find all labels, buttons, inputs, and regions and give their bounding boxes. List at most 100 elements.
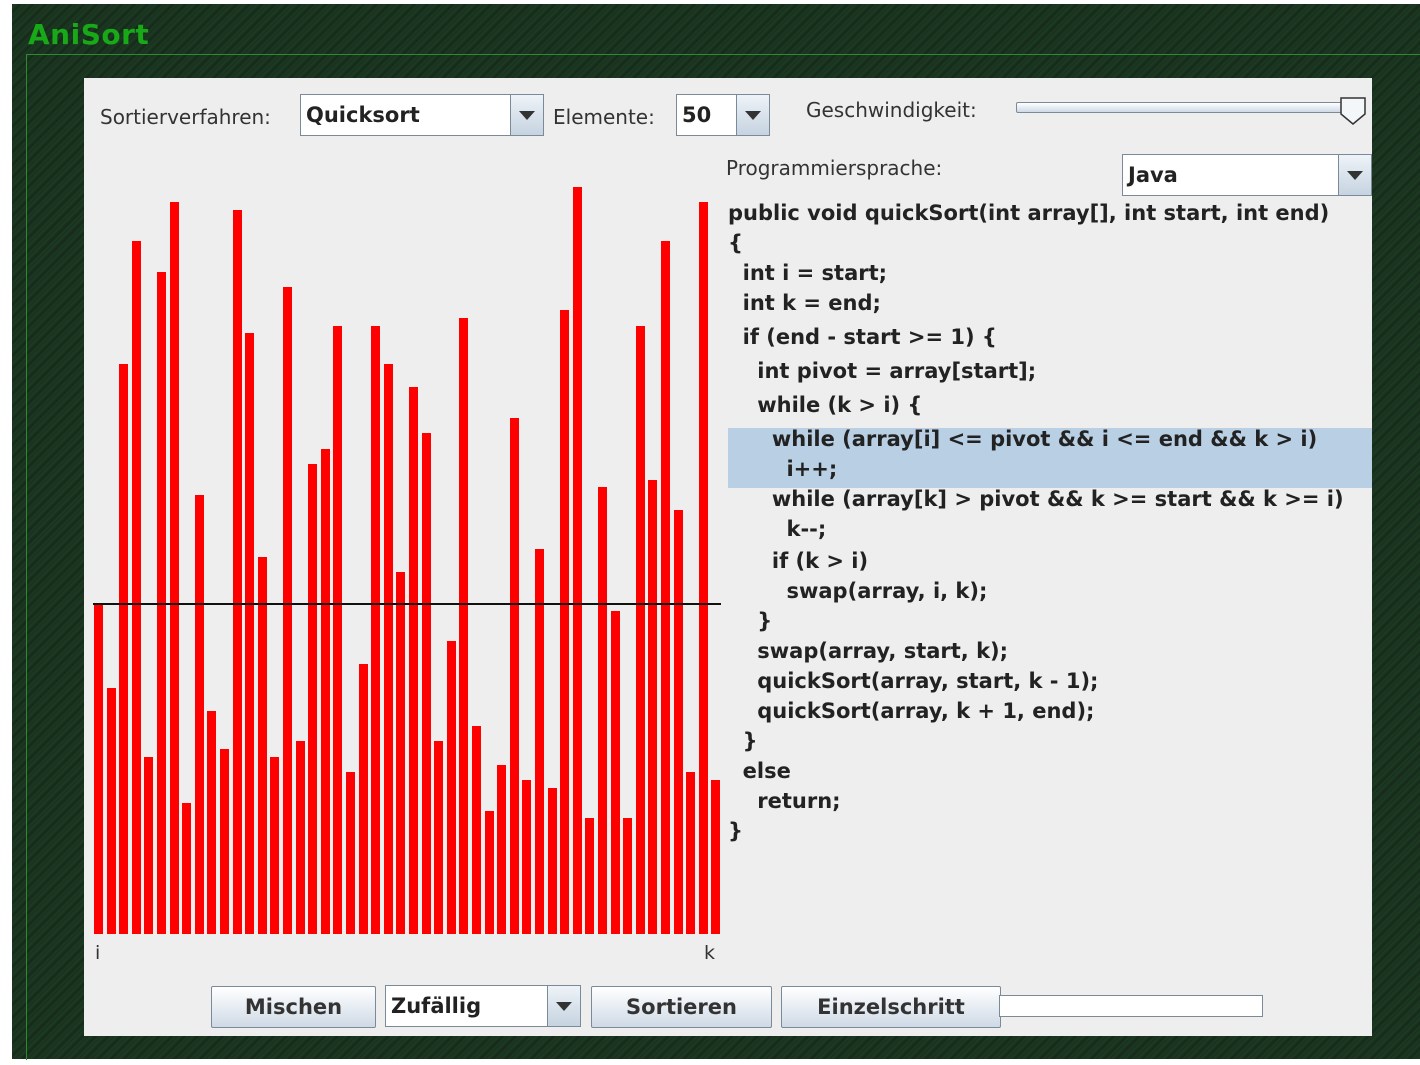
array-bar <box>535 549 544 934</box>
algorithm-label: Sortierverfahren: <box>100 105 271 129</box>
pivot-line <box>93 603 721 605</box>
array-bar <box>522 780 531 934</box>
code-line: i++; <box>728 457 838 481</box>
array-bar <box>233 210 242 934</box>
array-bar <box>434 741 443 934</box>
array-bar <box>107 688 116 934</box>
elements-select[interactable]: 50 <box>676 94 770 136</box>
array-bar <box>623 818 632 934</box>
shuffle-button[interactable]: Mischen <box>211 986 376 1028</box>
code-line: while (k > i) { <box>728 393 923 417</box>
array-bar <box>296 741 305 934</box>
array-bar <box>220 749 229 934</box>
code-line: int k = end; <box>728 291 881 315</box>
array-bar <box>699 202 708 934</box>
array-bar <box>371 326 380 934</box>
array-bar <box>94 603 103 934</box>
chevron-down-icon[interactable] <box>510 95 543 135</box>
array-bar <box>472 726 481 934</box>
shuffle-mode-select[interactable]: Zufällig <box>385 985 581 1027</box>
code-line: int pivot = array[start]; <box>728 359 1037 383</box>
array-bar <box>321 449 330 934</box>
code-line: if (k > i) <box>728 549 869 573</box>
array-bar <box>396 572 405 934</box>
progress-bar <box>999 995 1263 1017</box>
array-bar <box>560 310 569 934</box>
single-step-button-label: Einzelschritt <box>817 995 965 1019</box>
algorithm-select[interactable]: Quicksort <box>300 94 544 136</box>
array-bar <box>485 811 494 934</box>
code-line: } <box>728 729 758 753</box>
array-bar <box>119 364 128 934</box>
array-bar <box>207 711 216 934</box>
array-bar <box>283 287 292 934</box>
shuffle-button-label: Mischen <box>244 995 343 1019</box>
code-line: swap(array, start, k); <box>728 639 1009 663</box>
code-line: else <box>728 759 791 783</box>
code-line: if (end - start >= 1) { <box>728 325 997 349</box>
algorithm-value: Quicksort <box>306 103 420 127</box>
sort-button[interactable]: Sortieren <box>591 986 772 1028</box>
left-pointer-label: i <box>95 942 101 964</box>
array-bar <box>459 318 468 934</box>
elements-value: 50 <box>682 103 712 127</box>
array-bar <box>510 418 519 934</box>
language-value: Java <box>1128 163 1178 187</box>
main-panel: Sortierverfahren: Quicksort Elemente: 50… <box>84 78 1372 1036</box>
shuffle-mode-value: Zufällig <box>391 994 482 1018</box>
code-line: quickSort(array, k + 1, end); <box>728 699 1095 723</box>
chevron-down-icon[interactable] <box>547 986 580 1026</box>
array-bar <box>170 202 179 934</box>
code-line: quickSort(array, start, k - 1); <box>728 669 1099 693</box>
array-bar <box>422 433 431 934</box>
code-line: } <box>728 819 743 843</box>
speed-slider-track[interactable] <box>1016 102 1354 113</box>
code-line: while (array[i] <= pivot && i <= end && … <box>728 427 1318 451</box>
language-select[interactable]: Java <box>1122 154 1372 196</box>
array-bar <box>497 765 506 934</box>
array-bar <box>308 464 317 934</box>
code-line: return; <box>728 789 841 813</box>
array-bar <box>636 326 645 934</box>
single-step-button[interactable]: Einzelschritt <box>781 986 1001 1028</box>
array-bar <box>258 557 267 934</box>
array-bar <box>182 803 191 934</box>
array-bar <box>598 487 607 934</box>
speed-slider-thumb[interactable] <box>1339 96 1367 126</box>
array-bar <box>573 187 582 934</box>
right-pointer-label: k <box>704 942 716 964</box>
array-bar <box>384 364 393 934</box>
array-bar <box>270 757 279 934</box>
array-bar <box>359 664 368 934</box>
app-title: AniSort <box>28 18 150 51</box>
array-bar <box>648 480 657 934</box>
array-bar <box>245 333 254 934</box>
language-label: Programmiersprache: <box>726 156 943 180</box>
code-line: int i = start; <box>728 261 888 285</box>
array-bar <box>711 780 720 934</box>
elements-label: Elemente: <box>553 105 655 129</box>
array-bar <box>195 495 204 934</box>
chevron-down-icon[interactable] <box>736 95 769 135</box>
array-bar <box>409 387 418 934</box>
array-bar <box>447 641 456 934</box>
code-line: k--; <box>728 517 827 541</box>
window-frame: AniSort Sortierverfahren: Quicksort Elem… <box>12 4 1420 1060</box>
array-bar <box>686 772 695 934</box>
array-bar <box>548 788 557 934</box>
chevron-down-icon[interactable] <box>1338 155 1371 195</box>
sort-visualization <box>92 178 722 938</box>
array-bar <box>585 818 594 934</box>
array-bar <box>661 241 670 934</box>
code-line: while (array[k] > pivot && k >= start &&… <box>728 487 1344 511</box>
sort-button-label: Sortieren <box>626 995 737 1019</box>
array-bar <box>333 326 342 934</box>
code-line: swap(array, i, k); <box>728 579 988 603</box>
code-line: { <box>728 231 743 255</box>
array-bar <box>132 241 141 934</box>
code-line: public void quickSort(int array[], int s… <box>728 201 1330 225</box>
array-bar <box>144 757 153 934</box>
code-line: } <box>728 609 773 633</box>
array-bar <box>611 611 620 934</box>
array-bar <box>346 772 355 934</box>
